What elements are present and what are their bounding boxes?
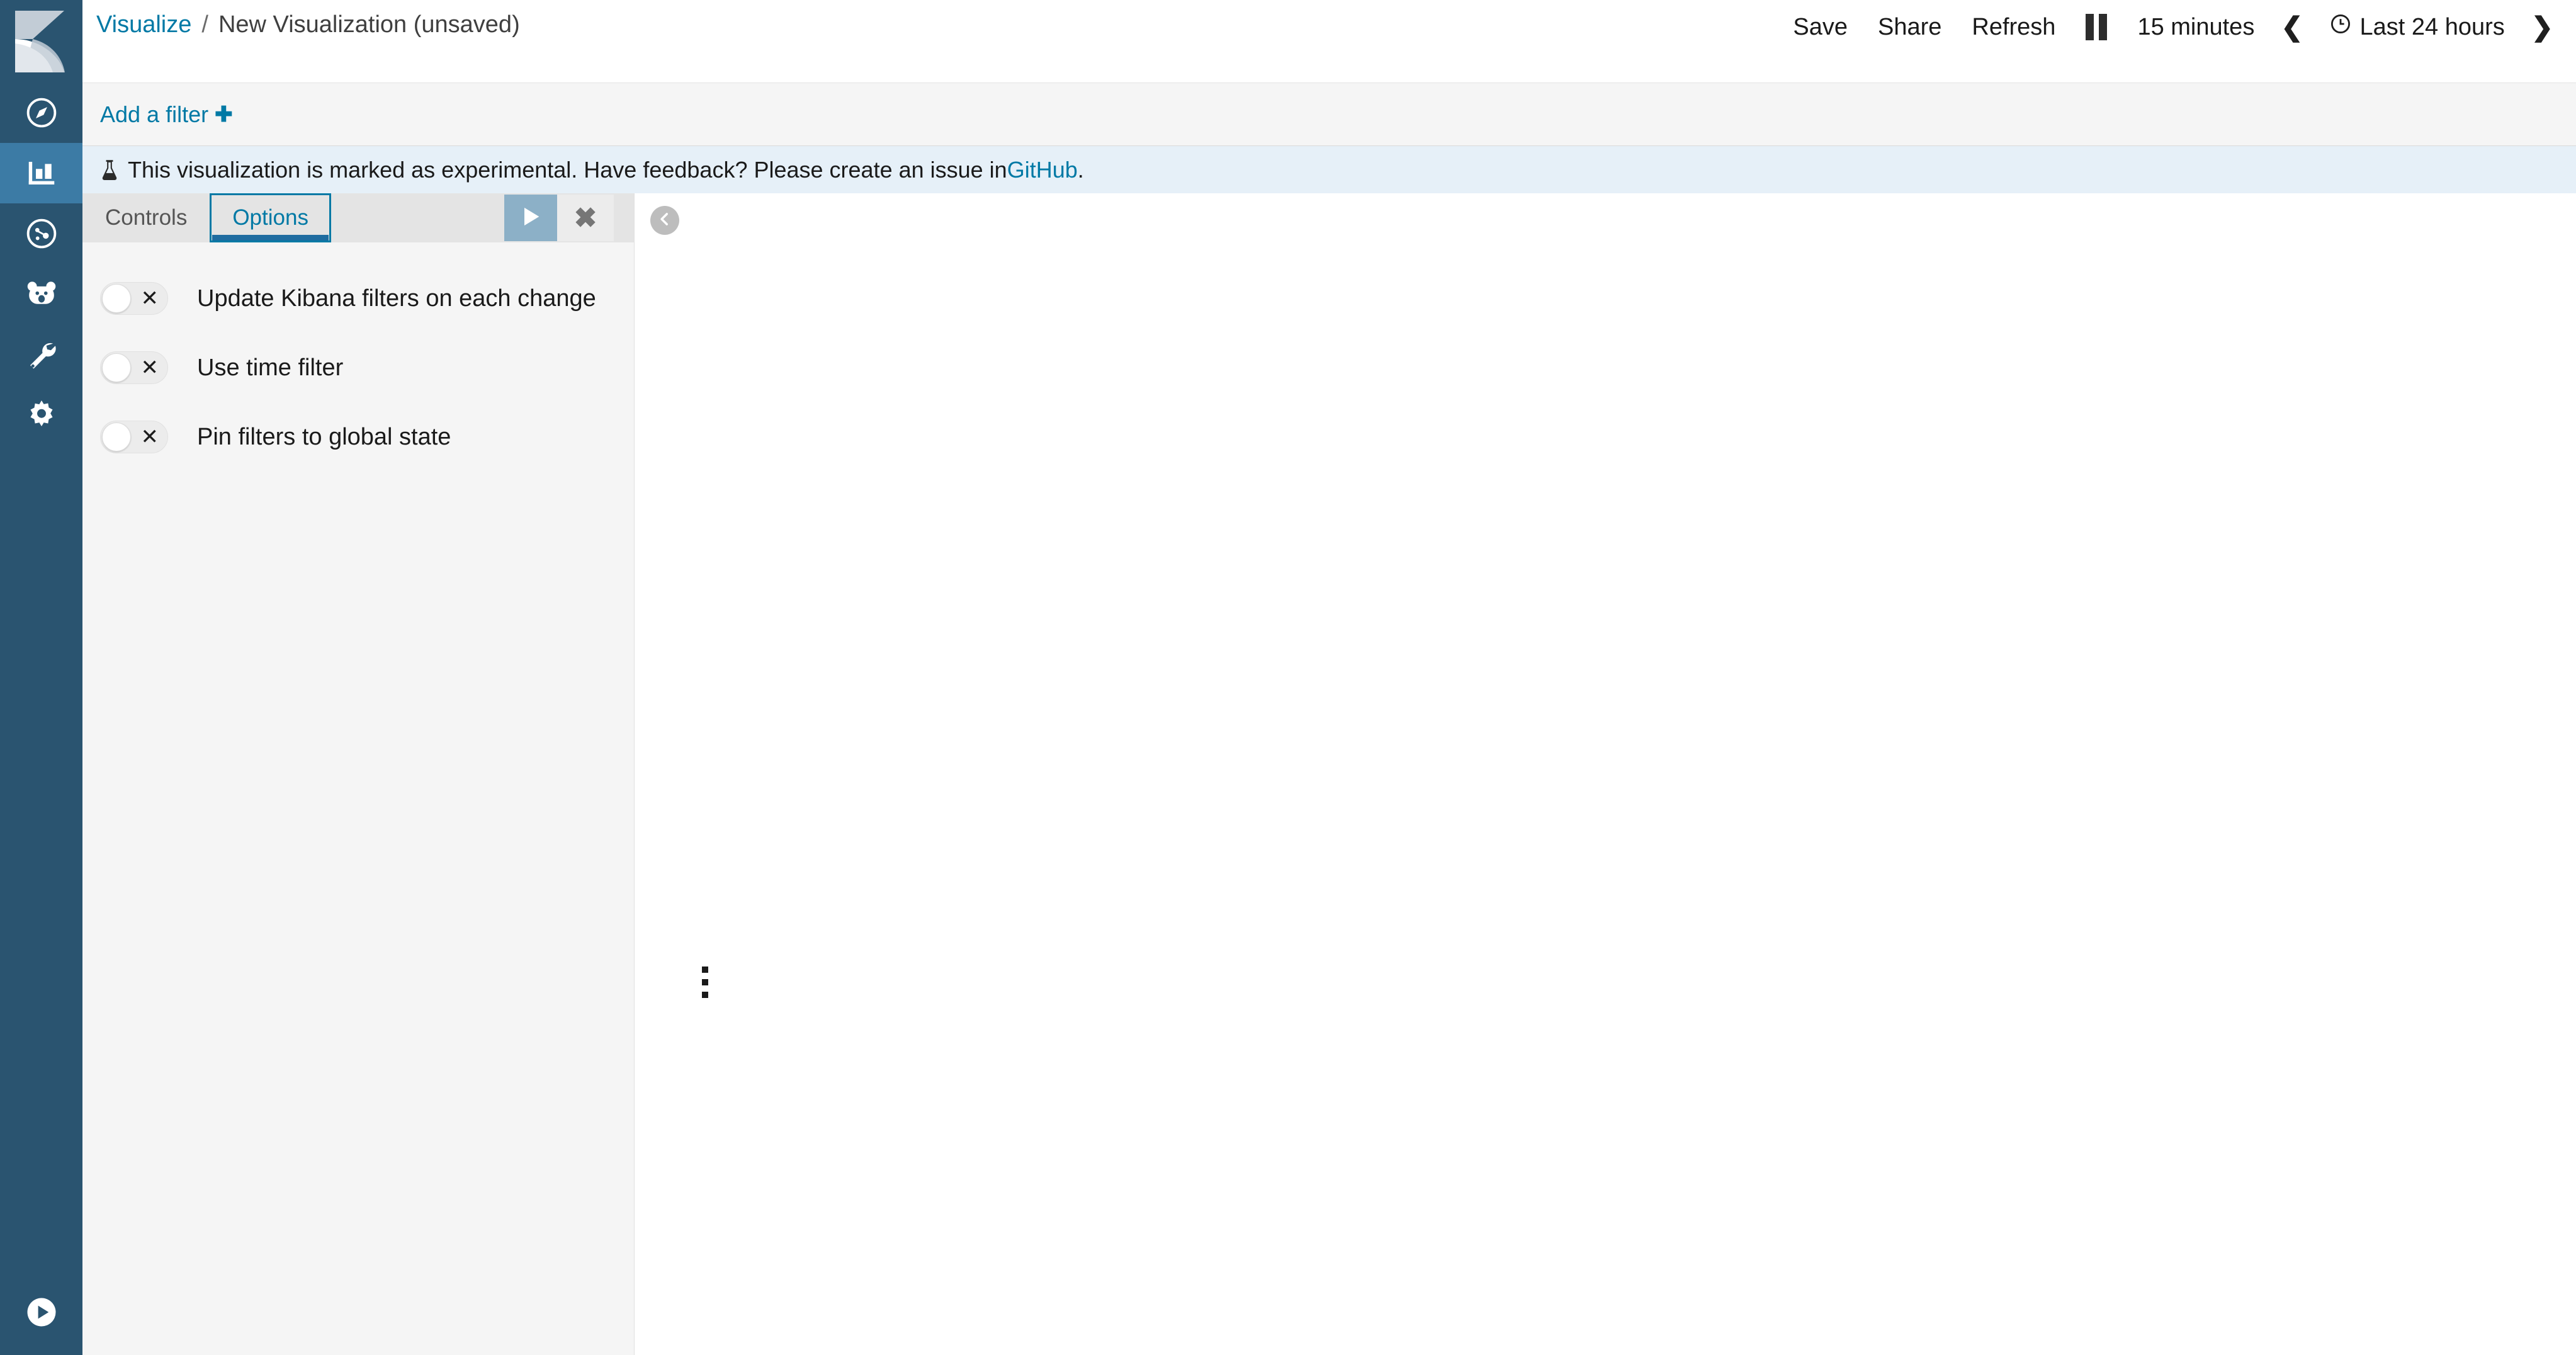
sidebar-item-discover[interactable]	[0, 82, 82, 143]
breadcrumb: Visualize / New Visualization (unsaved)	[82, 0, 520, 38]
toggle-knob	[102, 353, 131, 382]
pause-icon	[2086, 14, 2107, 40]
add-filter-label: Add a filter	[100, 101, 208, 128]
tab-controls[interactable]: Controls	[82, 193, 210, 242]
wrench-icon	[25, 337, 59, 371]
dashboard-icon	[25, 217, 59, 251]
toggle-pin-filters[interactable]: ✕	[100, 421, 168, 453]
share-button[interactable]: Share	[1863, 10, 1957, 44]
play-triangle-icon	[518, 203, 543, 234]
nav-spacer	[0, 445, 82, 1273]
gear-icon	[25, 398, 59, 432]
tabs-end-filler	[614, 193, 634, 242]
time-picker-button[interactable]: Last 24 hours	[2315, 10, 2520, 44]
sidebar-item-visualize[interactable]	[0, 143, 82, 203]
github-link[interactable]: GitHub	[1007, 157, 1078, 183]
plus-icon: ✚	[215, 104, 233, 125]
toggle-knob	[102, 284, 131, 313]
top-bar: Visualize / New Visualization (unsaved) …	[82, 0, 2576, 82]
tab-options[interactable]: Options	[210, 193, 331, 242]
filter-bar: Add a filter ✚	[82, 82, 2576, 146]
tabs-filler	[331, 193, 504, 242]
breadcrumb-current: New Visualization (unsaved)	[218, 11, 520, 38]
toggle-knob	[102, 422, 131, 451]
discard-changes-button[interactable]: ✖	[557, 195, 614, 241]
collapse-nav-button[interactable]	[0, 1273, 82, 1355]
option-label: Use time filter	[197, 354, 343, 382]
refresh-button[interactable]: Refresh	[1957, 10, 2070, 44]
bar-chart-icon	[25, 156, 59, 190]
compass-icon	[25, 96, 59, 130]
toggle-update-kibana-filters[interactable]: ✕	[100, 282, 168, 315]
time-range-next-button[interactable]: ❯	[2520, 10, 2565, 44]
sidebar-item-dashboard[interactable]	[0, 203, 82, 264]
editor-and-visualization: Controls Options ✖ ✕	[82, 193, 2576, 1355]
play-circle-icon	[25, 1295, 59, 1332]
top-actions: Save Share Refresh 15 minutes ❮ Last 24 …	[1778, 0, 2576, 44]
editor-panel: Controls Options ✖ ✕	[82, 193, 635, 1355]
toggle-use-time-filter[interactable]: ✕	[100, 351, 168, 384]
panel-resize-handle[interactable]	[702, 967, 713, 998]
kibana-app: Visualize / New Visualization (unsaved) …	[0, 0, 2576, 1355]
option-label: Update Kibana filters on each change	[197, 285, 596, 312]
option-use-time-filter-row: ✕ Use time filter	[82, 333, 634, 402]
option-pin-filters-row: ✕ Pin filters to global state	[82, 402, 634, 472]
collapse-editor-button[interactable]	[650, 206, 679, 235]
breadcrumb-separator: /	[191, 11, 218, 38]
experimental-callout: This visualization is marked as experime…	[82, 146, 2576, 193]
flask-icon	[100, 159, 119, 181]
sidebar-item-timelion[interactable]	[0, 264, 82, 324]
save-button[interactable]: Save	[1778, 10, 1863, 44]
callout-text: This visualization is marked as experime…	[128, 157, 1007, 183]
apply-changes-button[interactable]	[504, 195, 557, 241]
global-nav	[0, 0, 82, 1355]
breadcrumb-visualize[interactable]: Visualize	[96, 11, 191, 38]
time-range-previous-button[interactable]: ❮	[2269, 10, 2314, 44]
toggle-off-icon: ✕	[141, 426, 159, 448]
chevron-left-icon	[657, 211, 673, 230]
toggle-off-icon: ✕	[141, 288, 159, 309]
add-filter-button[interactable]: Add a filter ✚	[100, 101, 233, 128]
clock-icon	[2330, 10, 2351, 44]
sidebar-item-dev-tools[interactable]	[0, 324, 82, 385]
refresh-interval-label[interactable]: 15 minutes	[2122, 10, 2269, 44]
visualization-canvas	[635, 193, 2576, 1355]
toggle-off-icon: ✕	[141, 357, 159, 378]
app-content: Visualize / New Visualization (unsaved) …	[82, 0, 2576, 1355]
option-label: Pin filters to global state	[197, 424, 451, 451]
editor-tabs: Controls Options ✖	[82, 193, 634, 242]
callout-text-end: .	[1078, 157, 1084, 183]
timelion-bear-icon	[25, 277, 59, 311]
option-update-filters-row: ✕ Update Kibana filters on each change	[82, 264, 634, 333]
pause-auto-refresh-button[interactable]	[2070, 14, 2122, 40]
sidebar-item-management[interactable]	[0, 385, 82, 445]
time-range-label: Last 24 hours	[2360, 10, 2505, 44]
options-list: ✕ Update Kibana filters on each change ✕…	[82, 242, 634, 472]
kibana-logo[interactable]	[0, 0, 82, 82]
